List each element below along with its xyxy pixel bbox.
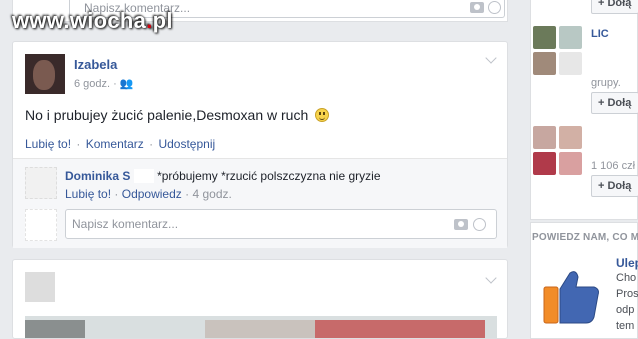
camera-icon[interactable] [470,2,484,13]
group-thumb[interactable] [533,152,556,175]
group-thumb[interactable] [533,126,556,149]
section-title: POWIEDZ NAM, CO M [532,232,638,243]
smile-emoji-icon [315,108,330,122]
watermark-logo: www.wiocha.pl [12,8,173,33]
join-group-button[interactable]: + Dołą [591,175,638,197]
join-group-button[interactable]: + Dołą [591,0,638,14]
like-link[interactable]: Lubię to! [25,137,71,151]
comment-text: *próbujemy *rzucić polszczyzna nie gryzi… [157,169,381,183]
group-thumb[interactable] [559,152,582,175]
comment-author[interactable]: Dominika S [65,169,130,183]
thumbs-up-icon [543,271,599,324]
comment-like-link[interactable]: Lubię to! [65,187,111,201]
right-sidebar: + Dołą LIC grupy. + Dołą 1 106 czł + Doł… [520,0,638,339]
write-comment-placeholder: Napisz komentarz... [72,217,179,231]
comment-time[interactable]: 4 godz. [192,187,231,201]
friends-icon: 👥 [119,78,134,90]
group-thumb[interactable] [559,126,582,149]
commenter-avatar[interactable] [25,167,57,199]
comment: Dominika S *próbujemy *rzucić polszczyzn… [65,169,381,183]
comment-reply-link[interactable]: Odpowiedz [122,187,182,201]
post-image[interactable] [25,316,497,338]
group-thumb[interactable] [533,52,556,75]
my-avatar [25,209,57,241]
suggested-groups-card: + Dołą LIC grupy. + Dołą 1 106 czł + Doł… [530,0,638,220]
avatar[interactable] [25,272,55,302]
promo-line: Cho [616,272,637,284]
group-name[interactable]: LIC [591,28,609,40]
group-thumb[interactable] [559,26,582,49]
post-timestamp[interactable]: 6 godz. · 👥 [74,77,134,90]
comment-link[interactable]: Komentarz [86,137,144,151]
comment-actions: Lubię to! · Odpowiedz · 4 godz. [65,187,232,201]
comments-section: Dominika S *próbujemy *rzucić polszczyzn… [13,159,507,248]
promo-heading[interactable]: Ulep [616,256,638,270]
share-link[interactable]: Udostępnij [158,137,215,151]
post-author[interactable]: Izabela [74,57,117,72]
promo-line: odp [616,304,635,316]
feed-post: Izabela 6 godz. · 👥 No i prubujey żucić … [12,41,508,248]
camera-icon[interactable] [454,219,468,230]
promo-line: tem [616,320,635,332]
write-comment-input[interactable]: Napisz komentarz... [65,209,497,239]
chevron-down-icon[interactable] [485,52,497,64]
promo-line: Pros [616,288,638,300]
avatar[interactable] [25,54,65,94]
group-members: grupy. [591,77,621,89]
post-actions: Lubię to! · Komentarz · Udostępnij [25,137,216,151]
group-thumb[interactable] [533,26,556,49]
chevron-down-icon[interactable] [485,272,497,284]
group-thumb[interactable] [559,52,582,75]
smiley-icon[interactable] [488,1,501,14]
smiley-icon[interactable] [473,218,486,231]
post-text: No i prubujey żucić palenie,Desmoxan w r… [25,107,330,123]
feed-post-next [12,259,508,339]
group-members: 1 106 czł [591,160,636,172]
join-group-button[interactable]: + Dołą [591,92,638,114]
